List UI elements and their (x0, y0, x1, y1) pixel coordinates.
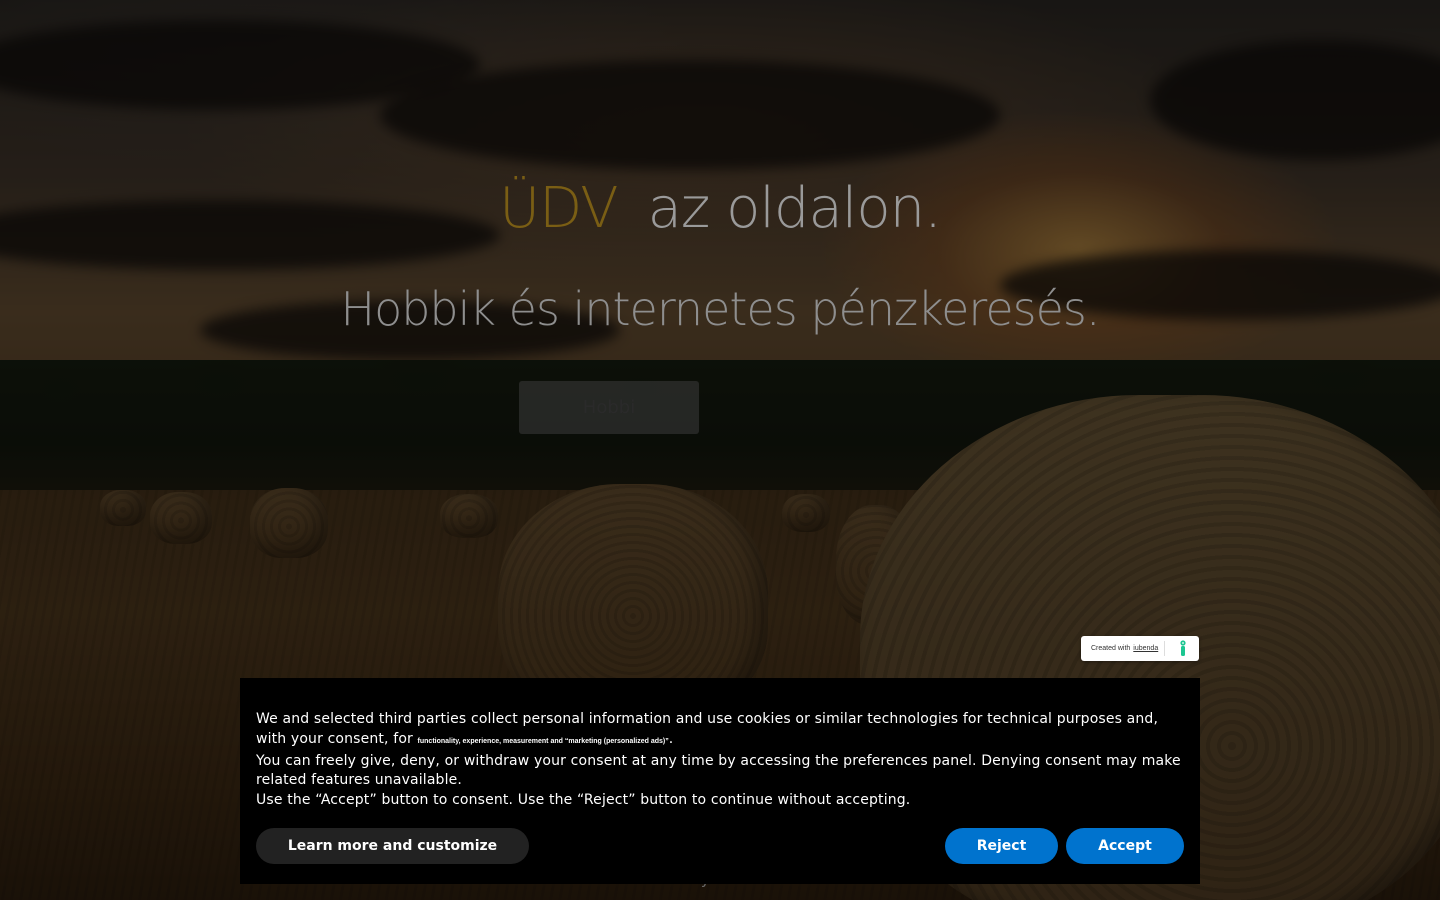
iubenda-keyhole-icon (1180, 640, 1186, 656)
learn-more-button[interactable]: Learn more and customize (256, 828, 529, 864)
cookie-text-intro: We and selected third parties collect pe… (256, 710, 1184, 752)
iubenda-badge[interactable]: Created with iubenda (1081, 636, 1199, 661)
cookie-text-line1: We and selected third parties collect pe… (256, 711, 1159, 747)
reject-button[interactable]: Reject (945, 828, 1058, 864)
accept-button[interactable]: Accept (1066, 828, 1184, 864)
page: ÜDV az oldalon. Hobbik és internetes pénz… (0, 0, 1440, 900)
cookie-purposes-link[interactable]: functionality, experience, measurement a… (418, 738, 669, 745)
iubenda-created-text: Created with (1091, 645, 1131, 652)
hero-subtitle: Hobbik és internetes pénzkeresés. (340, 282, 1101, 336)
hero-title: ÜDV az oldalon. (0, 176, 1440, 241)
hero-title-accent: ÜDV (499, 176, 618, 241)
badge-divider (1164, 641, 1165, 656)
cookie-text-line1-end: . (668, 730, 674, 747)
cookie-text-line2: You can freely give, deny, or withdraw y… (256, 752, 1181, 789)
iubenda-brand-link[interactable]: iubenda (1133, 645, 1158, 652)
iubenda-created-with: Created with iubenda (1091, 645, 1158, 652)
hero-title-rest: az oldalon. (647, 176, 942, 241)
hobbi-button[interactable]: Hobbi (519, 381, 699, 434)
cookie-text-line3: Use the “Accept” button to consent. Use … (256, 792, 911, 809)
cookie-banner: We and selected third parties collect pe… (240, 678, 1200, 884)
